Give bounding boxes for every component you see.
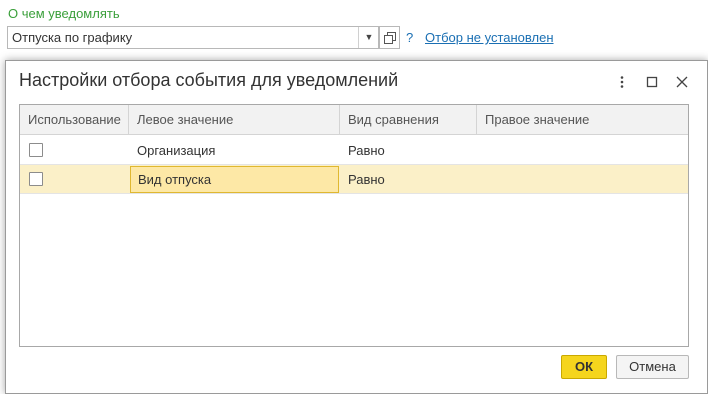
select-value: Отпуска по графику xyxy=(12,30,133,45)
column-header-left-value[interactable]: Левое значение xyxy=(129,105,340,135)
comparison-cell[interactable]: Равно xyxy=(340,165,385,194)
column-header-usage[interactable]: Использование xyxy=(20,105,129,135)
left-value-cell-active[interactable]: Вид отпуска xyxy=(130,166,339,193)
cancel-button[interactable]: Отмена xyxy=(616,355,689,379)
more-icon xyxy=(620,76,624,88)
maximize-button[interactable] xyxy=(637,73,667,91)
dialog-title: Настройки отбора события для уведомлений xyxy=(19,70,399,90)
column-header-comparison[interactable]: Вид сравнения xyxy=(340,105,477,135)
open-button[interactable] xyxy=(379,26,400,49)
filter-link[interactable]: Отбор не установлен xyxy=(425,30,554,45)
help-icon[interactable]: ? xyxy=(406,30,413,45)
table-header: Использование Левое значение Вид сравнен… xyxy=(20,105,688,135)
maximize-icon xyxy=(646,76,658,88)
notification-type-select[interactable]: Отпуска по графику ▼ xyxy=(7,26,379,49)
select-divider xyxy=(358,27,359,48)
table-row-selected[interactable]: Вид отпуска Равно xyxy=(20,165,688,194)
right-value-cell[interactable] xyxy=(477,165,485,194)
right-value-cell[interactable] xyxy=(477,136,485,165)
usage-checkbox[interactable] xyxy=(29,172,43,186)
close-button[interactable] xyxy=(667,73,697,91)
dropdown-arrow-icon[interactable]: ▼ xyxy=(362,30,376,44)
screen: О чем уведомлять Отпуска по графику ▼ ? … xyxy=(0,0,708,394)
field-label: О чем уведомлять xyxy=(8,6,120,21)
more-button[interactable] xyxy=(607,73,637,91)
close-icon xyxy=(676,76,688,88)
dialog-toolbar xyxy=(607,73,697,91)
open-icon xyxy=(384,32,396,44)
usage-checkbox[interactable] xyxy=(29,143,43,157)
column-header-right-value[interactable]: Правое значение xyxy=(477,105,688,135)
comparison-cell[interactable]: Равно xyxy=(340,136,385,165)
left-value-cell[interactable]: Организация xyxy=(129,136,215,165)
ok-button[interactable]: ОК xyxy=(561,355,607,379)
filter-table: Использование Левое значение Вид сравнен… xyxy=(19,104,689,347)
table-row[interactable]: Организация Равно xyxy=(20,136,688,165)
filter-settings-dialog: Настройки отбора события для уведомлений xyxy=(5,60,708,394)
